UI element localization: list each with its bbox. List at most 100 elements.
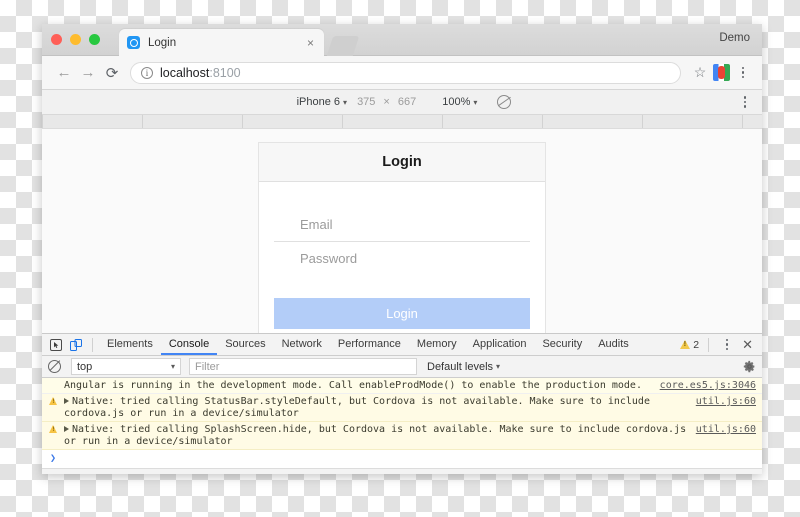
tab-elements[interactable]: Elements (99, 334, 161, 355)
tab-sources[interactable]: Sources (217, 334, 273, 355)
chevron-down-icon: ▾ (473, 98, 478, 107)
browser-window: Login × Demo ← → ⟳ i localhost:8100 ☆ iP… (42, 24, 762, 474)
console-message-source-link[interactable]: util.js:60 (688, 423, 756, 435)
console-levels-select[interactable]: Default levels ▾ (427, 361, 500, 373)
device-height-input[interactable]: 667 (392, 96, 422, 108)
browser-tab-title: Login (148, 36, 177, 49)
password-field[interactable]: Password (274, 242, 530, 276)
browser-titlebar: Login × Demo (42, 24, 762, 56)
page-title: Login (382, 154, 422, 170)
login-form: Email Password (259, 182, 545, 276)
clear-console-icon[interactable] (48, 360, 61, 373)
browser-toolbar: ← → ⟳ i localhost:8100 ☆ (42, 56, 762, 90)
email-field-placeholder: Email (300, 217, 333, 232)
close-devtools-icon[interactable]: ✕ (739, 337, 756, 353)
device-toolbar-menu-icon[interactable] (736, 96, 754, 108)
tab-application[interactable]: Application (465, 334, 535, 355)
console-message-text: Native: tried calling StatusBar.styleDef… (64, 395, 688, 420)
login-card-header: Login (259, 143, 545, 182)
device-toolbar: iPhone 6 ▾ 375 × 667 100% ▾ (42, 90, 762, 115)
warning-count-badge[interactable]: 2 (680, 339, 699, 351)
actions-divider (708, 337, 710, 352)
console-message[interactable]: Native: tried calling StatusBar.styleDef… (42, 394, 762, 422)
address-host: localhost (160, 65, 210, 80)
expand-triangle-icon[interactable] (64, 426, 69, 432)
console-levels-value: Default levels (427, 360, 494, 373)
tab-network[interactable]: Network (274, 334, 330, 355)
console-message-text: Angular is running in the development mo… (64, 380, 642, 391)
tab-audits[interactable]: Audits (590, 334, 637, 355)
address-bar-url: localhost:8100 (160, 66, 241, 80)
bookmark-star-icon[interactable]: ☆ (689, 64, 711, 81)
console-message-text: Native: tried calling SplashScreen.hide,… (64, 423, 688, 448)
console-message[interactable]: Angular is running in the development mo… (42, 378, 762, 394)
devtools-tabbar-actions: 2 ✕ (680, 337, 762, 353)
tab-memory[interactable]: Memory (409, 334, 465, 355)
profile-avatar[interactable] (713, 64, 730, 81)
console-filter-input[interactable]: Filter (189, 358, 417, 375)
message-icon-cell (42, 423, 64, 433)
device-width-input[interactable]: 375 (351, 96, 381, 108)
throttling-icon[interactable] (497, 95, 512, 109)
profile-window-label: Demo (719, 32, 750, 44)
console-message[interactable]: Native: tried calling SplashScreen.hide,… (42, 422, 762, 450)
tab-console[interactable]: Console (161, 334, 217, 355)
browser-tab[interactable]: Login × (119, 29, 324, 56)
tab-performance[interactable]: Performance (330, 334, 409, 355)
settings-gear-icon[interactable] (742, 360, 756, 374)
console-message-source-link[interactable]: util.js:60 (688, 395, 756, 407)
message-icon-cell (42, 395, 64, 405)
forward-icon[interactable]: → (76, 61, 100, 85)
devtools-menu-icon[interactable] (718, 338, 736, 351)
warning-count-value: 2 (693, 338, 700, 351)
viewport-ruler (42, 115, 762, 129)
device-select-value: iPhone 6 (296, 96, 341, 108)
expand-triangle-icon[interactable] (64, 398, 69, 404)
browser-menu-icon[interactable] (734, 66, 752, 79)
login-card: Login Email Password Login (258, 142, 546, 333)
console-message-list[interactable]: Angular is running in the development mo… (42, 378, 762, 468)
minimize-window-button[interactable] (70, 34, 81, 45)
zoom-window-button[interactable] (89, 34, 100, 45)
email-field[interactable]: Email (274, 208, 530, 242)
tab-security[interactable]: Security (534, 334, 590, 355)
devtools-tabbar: Elements Console Sources Network Perform… (42, 334, 762, 356)
chevron-down-icon: ▾ (170, 362, 175, 371)
dimension-separator: × (383, 96, 390, 108)
console-prompt[interactable]: ❯ (42, 450, 762, 466)
chevron-down-icon: ▾ (496, 362, 501, 371)
reload-icon[interactable]: ⟳ (100, 61, 124, 85)
toggle-device-toolbar-icon[interactable] (66, 336, 86, 354)
console-message-source-link[interactable]: core.es5.js:3046 (652, 379, 756, 391)
close-window-button[interactable] (51, 34, 62, 45)
page-viewport: Login Email Password Login (42, 129, 762, 334)
close-tab-button[interactable]: × (305, 37, 316, 49)
app-favicon (127, 36, 140, 49)
inspect-element-icon[interactable] (46, 336, 66, 354)
console-message-body: Native: tried calling SplashScreen.hide,… (64, 424, 693, 447)
devtools-footer (42, 468, 762, 474)
console-toolbar: top ▾ Filter Default levels ▾ (42, 356, 762, 378)
warning-triangle-icon (49, 425, 57, 433)
device-zoom-value: 100% (442, 96, 471, 108)
site-info-icon[interactable]: i (141, 66, 153, 79)
new-tab-button[interactable] (326, 36, 360, 56)
console-context-select[interactable]: top ▾ (71, 358, 181, 375)
back-icon[interactable]: ← (52, 61, 76, 85)
device-select[interactable]: iPhone 6 ▾ (293, 96, 351, 108)
address-bar[interactable]: i localhost:8100 (130, 61, 681, 84)
prompt-arrow-icon: ❯ (50, 452, 57, 464)
chevron-down-icon: ▾ (343, 98, 348, 107)
password-field-placeholder: Password (300, 251, 358, 266)
login-submit-button[interactable]: Login (274, 298, 530, 329)
warning-triangle-icon (49, 397, 57, 405)
device-zoom-select[interactable]: 100% ▾ (438, 96, 481, 108)
warning-triangle-icon (680, 340, 691, 349)
console-message-body: Native: tried calling StatusBar.styleDef… (64, 396, 656, 419)
message-icon-cell (42, 379, 64, 381)
console-context-value: top (77, 360, 93, 373)
address-port: :8100 (209, 65, 241, 80)
devtools-panel: Elements Console Sources Network Perform… (42, 334, 762, 474)
toolbar-divider (92, 337, 93, 352)
window-traffic-lights (51, 34, 100, 45)
